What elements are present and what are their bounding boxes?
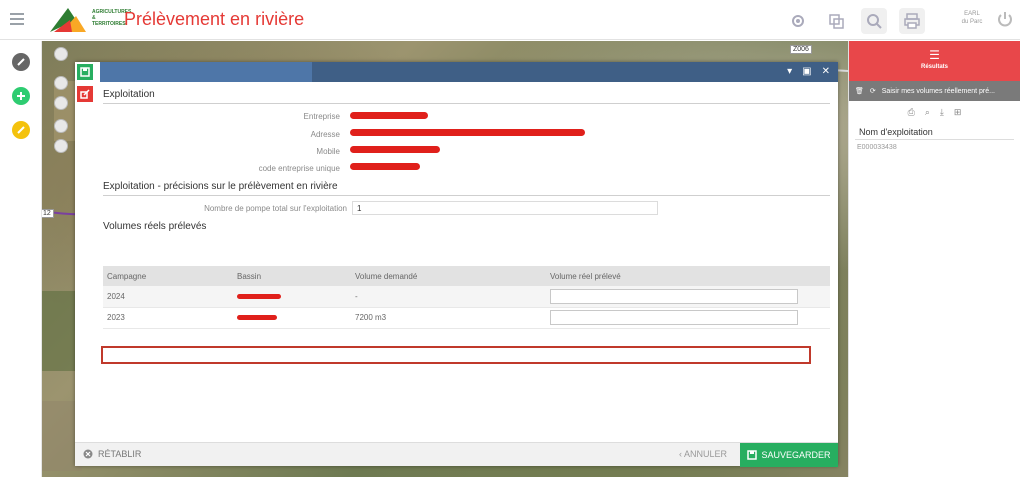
volume-demande-cell: -: [351, 286, 546, 308]
settings-icon[interactable]: [785, 8, 811, 34]
logo-mark-icon: [50, 8, 86, 32]
cancel-button[interactable]: ‹ ANNULER: [679, 449, 727, 459]
list-icon: ☰: [929, 48, 940, 62]
table-row: 2023 7200 m3: [103, 307, 830, 329]
section-title: Exploitation: [103, 89, 830, 104]
road-label: 12: [42, 209, 54, 218]
volume-reel-cell: [546, 307, 830, 329]
results-tools: ⎙ ⌕ ⤓ ⊞: [849, 101, 1020, 123]
reset-icon: [83, 449, 93, 459]
save-button[interactable]: SAUVEGARDER: [740, 443, 838, 467]
table-header-row: Campagne Bassin Volume demandé Volume ré…: [103, 266, 830, 286]
row-highlight-box: [101, 346, 811, 364]
reset-label: RÉTABLIR: [98, 449, 142, 459]
zoom-in-icon[interactable]: [54, 47, 68, 61]
volume-reel-cell: [546, 286, 830, 308]
volume-reel-input[interactable]: [550, 310, 798, 325]
app-logo: AGRICULTURES & TERRITOIRES: [48, 6, 131, 34]
results-header[interactable]: ☰ Résultats: [849, 41, 1020, 81]
results-toolbar: 🗑 ⟳ Saisir mes volumes réellement pré...: [849, 81, 1020, 101]
edit-dialog: ▾ ▣ ✕ Exploitation Entreprise Adresse Mo…: [75, 62, 838, 467]
pumps-input[interactable]: 1: [352, 201, 658, 215]
reset-button[interactable]: RÉTABLIR: [83, 449, 141, 459]
power-icon[interactable]: [996, 10, 1014, 28]
menu-icon[interactable]: [10, 13, 24, 25]
save-icon: [747, 450, 758, 460]
pencil-icon[interactable]: [12, 121, 30, 139]
dialog-side-toolbar: [75, 62, 95, 466]
save-label: SAUVEGARDER: [761, 450, 831, 460]
chevron-down-icon[interactable]: ▾: [787, 66, 792, 78]
dialog-header-tab: [100, 62, 312, 82]
maximize-icon[interactable]: ▣: [802, 66, 811, 78]
left-tool-rail: [0, 41, 42, 477]
close-icon[interactable]: ✕: [822, 66, 830, 78]
results-column-header[interactable]: Nom d'exploitation: [855, 125, 1014, 140]
campagne-cell: 2024: [103, 286, 233, 308]
redacted-value: [237, 315, 277, 320]
volumes-table: Campagne Bassin Volume demandé Volume ré…: [103, 266, 830, 329]
dialog-footer: RÉTABLIR ‹ ANNULER SAUVEGARDER: [75, 442, 838, 467]
pumps-label: Nombre de pompe total sur l'exploitation: [204, 204, 347, 213]
zoom-icon[interactable]: ⌕: [925, 107, 930, 118]
col-volume-demande: Volume demandé: [351, 266, 546, 286]
measure-icon[interactable]: [54, 139, 68, 153]
dialog-header[interactable]: ▾ ▣ ✕: [100, 62, 838, 82]
entreprise-label: Entreprise: [303, 112, 340, 121]
locate-icon[interactable]: [54, 119, 68, 133]
export-icon[interactable]: ⊞: [954, 107, 962, 118]
redacted-value: [350, 129, 585, 136]
page-title: Prélèvement en rivière: [124, 9, 305, 29]
bassin-cell: [233, 286, 351, 308]
cancel-label: ANNULER: [684, 449, 728, 459]
zoom-out-icon[interactable]: [54, 76, 68, 90]
save-icon[interactable]: [77, 64, 93, 80]
chevron-left-icon: ‹: [679, 449, 682, 459]
dialog-body: Exploitation Entreprise Adresse Mobile c…: [100, 84, 830, 440]
campagne-cell: 2023: [103, 307, 233, 329]
top-header: AGRICULTURES & TERRITOIRES Prélèvement e…: [0, 0, 1020, 40]
results-label: Résultats: [920, 64, 948, 70]
print-icon[interactable]: ⎙: [908, 107, 915, 118]
col-volume-reel: Volume réel prélevé: [546, 266, 830, 286]
home-icon[interactable]: [54, 96, 68, 110]
adresse-label: Adresse: [310, 130, 340, 139]
col-campagne: Campagne: [103, 266, 233, 286]
volume-reel-input[interactable]: [550, 288, 798, 304]
list-item[interactable]: E000033438: [849, 140, 1020, 155]
mobile-label: Mobile: [316, 147, 340, 156]
search-icon[interactable]: [861, 8, 887, 34]
trash-icon[interactable]: 🗑: [855, 87, 864, 95]
print-icon[interactable]: [899, 8, 925, 34]
section-title: Exploitation - précisions sur le prélève…: [103, 181, 830, 196]
redacted-value: [237, 293, 281, 299]
redacted-value: [350, 146, 440, 153]
results-toolbar-text[interactable]: Saisir mes volumes réellement pré...: [882, 88, 995, 95]
volume-demande-cell: 7200 m3: [351, 307, 546, 329]
export-icon[interactable]: [77, 86, 93, 102]
bassin-cell: [233, 307, 351, 329]
user-line1: EARL: [964, 11, 980, 17]
code-label: code entreprise unique: [258, 164, 340, 173]
layers-icon[interactable]: [823, 8, 849, 34]
road-label: Z006: [790, 45, 812, 54]
redacted-value: [350, 112, 428, 119]
redacted-value: [350, 163, 420, 170]
col-bassin: Bassin: [233, 266, 351, 286]
results-panel: ☰ Résultats 🗑 ⟳ Saisir mes volumes réell…: [848, 41, 1020, 477]
logo-text: AGRICULTURES & TERRITOIRES: [92, 9, 132, 27]
add-icon[interactable]: [12, 87, 30, 105]
edit-tool-icon[interactable]: [12, 53, 30, 71]
refresh-icon[interactable]: ⟳: [870, 87, 876, 95]
user-line2: du Parc: [961, 19, 983, 25]
table-row: 2024 -: [103, 286, 830, 308]
user-info[interactable]: EARL du Parc: [954, 10, 990, 26]
download-icon[interactable]: ⤓: [940, 107, 944, 118]
section-title: Volumes réels prélevés: [103, 221, 207, 232]
